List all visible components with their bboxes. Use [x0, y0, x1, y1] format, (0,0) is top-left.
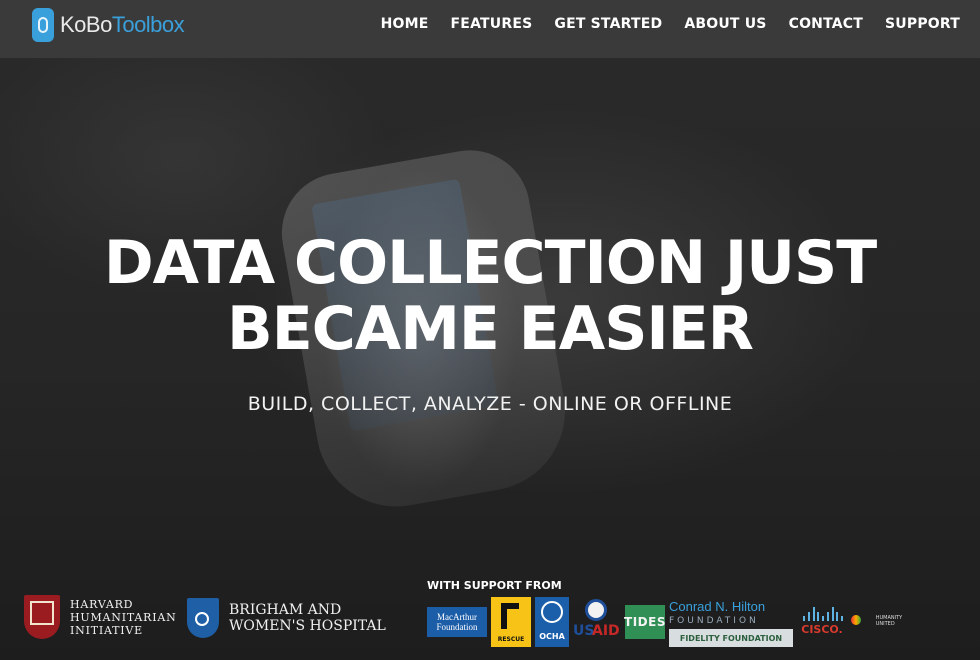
bwh-shield-icon: [187, 598, 219, 638]
supporter-logos: MacArthur Foundation RESCUE OCHA US AID …: [427, 595, 917, 651]
brigham-womens-hospital-logo[interactable]: BRIGHAM AND WOMEN'S HOSPITAL: [187, 598, 386, 638]
macarthur-line-2: Foundation: [436, 622, 478, 632]
usaid-seal-icon: [585, 599, 607, 621]
hilton-foundation-logo[interactable]: Conrad N. Hilton: [669, 597, 793, 615]
nav-home[interactable]: HOME: [381, 16, 429, 32]
international-rescue-committee-logo[interactable]: RESCUE: [491, 597, 531, 647]
humanity-united-logo[interactable]: HUMANITY UNITED: [851, 611, 913, 631]
hilton-foundation-text: FOUNDATION: [669, 616, 759, 626]
hhi-line-1: HARVARD: [70, 597, 134, 611]
macarthur-line-1: MacArthur: [436, 612, 477, 622]
rescue-text: RESCUE: [497, 636, 525, 643]
nav-features[interactable]: FEATURES: [451, 16, 533, 32]
cisco-bars-icon: [803, 607, 843, 621]
partners-strip: HARVARD HUMANITARIAN INITIATIVE BRIGHAM …: [0, 575, 980, 660]
hhi-text: HARVARD HUMANITARIAN INITIATIVE: [70, 598, 177, 637]
ocha-logo[interactable]: OCHA: [535, 597, 569, 647]
kobotoolbox-logo[interactable]: KoBo Toolbox: [32, 8, 185, 42]
top-navigation-bar: KoBo Toolbox HOME FEATURES GET STARTED A…: [0, 0, 980, 58]
hilton-foundation-subtitle: FOUNDATION: [669, 615, 793, 627]
nav-about-us[interactable]: ABOUT US: [684, 16, 766, 32]
bwh-line-2: WOMEN'S HOSPITAL: [229, 618, 386, 634]
hhi-line-3: INITIATIVE: [70, 623, 143, 637]
logo-text-kobo: KoBo: [60, 12, 112, 37]
nav-contact[interactable]: CONTACT: [789, 16, 863, 32]
headline-line-2: BECAME EASIER: [227, 294, 754, 364]
bwh-line-1: BRIGHAM AND: [229, 602, 342, 618]
humanity-line-2: UNITED: [875, 621, 895, 627]
logo-text-toolbox: Toolbox: [111, 12, 185, 37]
fidelity-text: FIDELITY FOUNDATION: [679, 633, 783, 643]
harvard-shield-icon: [24, 595, 60, 639]
macarthur-foundation-logo[interactable]: MacArthur Foundation: [427, 607, 487, 637]
harvard-humanitarian-initiative-logo[interactable]: HARVARD HUMANITARIAN INITIATIVE: [24, 595, 177, 639]
bwh-text: BRIGHAM AND WOMEN'S HOSPITAL: [229, 602, 386, 634]
nav-get-started[interactable]: GET STARTED: [554, 16, 662, 32]
support-label: WITH SUPPORT FROM: [427, 579, 562, 592]
cisco-text: CISCO.: [801, 623, 843, 636]
nav-support[interactable]: SUPPORT: [885, 16, 960, 32]
humanity-united-icon: [851, 615, 861, 625]
hhi-line-2: HUMANITARIAN: [70, 610, 177, 624]
main-nav: HOME FEATURES GET STARTED ABOUT US CONTA…: [359, 16, 960, 32]
cisco-logo[interactable]: CISCO.: [799, 607, 845, 639]
kobo-logo-icon: [32, 8, 54, 42]
hero-tagline: BUILD, COLLECT, ANALYZE - ONLINE OR OFFL…: [247, 393, 733, 415]
usaid-aid-text: AID: [592, 623, 620, 639]
un-emblem-icon: [541, 601, 563, 623]
usaid-logo[interactable]: US AID: [573, 599, 620, 647]
hero-headline: DATA COLLECTION JUST BECAME EASIER: [0, 230, 980, 362]
tides-text: TIDES: [624, 615, 666, 629]
tides-logo[interactable]: TIDES: [624, 605, 666, 639]
headline-line-1: DATA COLLECTION JUST: [103, 228, 877, 298]
hilton-text: Conrad N. Hilton: [669, 598, 766, 614]
fidelity-foundation-logo[interactable]: FIDELITY FOUNDATION: [669, 629, 793, 647]
ocha-text: OCHA: [539, 632, 565, 641]
